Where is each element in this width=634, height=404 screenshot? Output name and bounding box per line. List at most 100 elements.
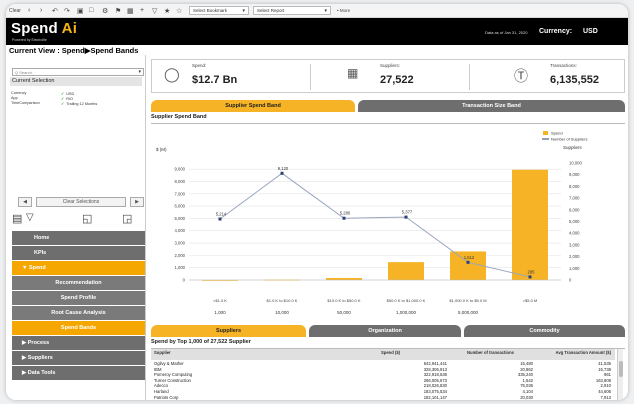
cell-avg-amount: 7,913 bbox=[600, 394, 611, 400]
clear-all-button[interactable]: Clear bbox=[9, 5, 21, 16]
supplier-icon: ▦ bbox=[347, 66, 359, 80]
kpi-suppliers[interactable]: ▦ Suppliers: 27,522 bbox=[311, 60, 469, 94]
add-icon[interactable]: + bbox=[140, 5, 144, 16]
app-header: Spend Ai Powered by Electrolite Data as … bbox=[6, 18, 628, 45]
data-date: Data as of Jan 31, 2020 bbox=[485, 30, 528, 35]
kpi-strip: ◯ Spend: $12.7 Bn ▦ Suppliers: 27,522 Ⓣ … bbox=[151, 59, 625, 93]
data-label: 5,280 bbox=[340, 211, 351, 216]
y2-tick-label: 2,000 bbox=[569, 254, 580, 259]
chart-canvas: $ (M) Suppliers 0 1,000 2,000 3,000 4,000 5,000… bbox=[156, 131, 587, 316]
nav-home[interactable]: Home bbox=[12, 231, 145, 245]
table-row[interactable]: Patriots Corp 182,101,147 20,030 7,913 bbox=[151, 395, 615, 400]
undo-icon[interactable]: ↶ bbox=[52, 5, 58, 16]
y2-tick-label: 6,000 bbox=[569, 207, 580, 212]
y-tick-label: 4,000 bbox=[175, 228, 186, 233]
nav-kpis[interactable]: KPIs bbox=[12, 246, 145, 260]
bookmark-select[interactable]: Select Bookmark ▾ bbox=[189, 6, 249, 15]
forward-icon[interactable]: › bbox=[40, 5, 42, 16]
filter-icon[interactable]: ▽ bbox=[26, 212, 34, 223]
app-window: Clear ‹ › ↶ ↷ ▣ □ ⚙ ⚑ ▦ + ▽ ★ ☆ Select B… bbox=[6, 4, 628, 400]
nav-recommendation[interactable]: Recommendation bbox=[12, 276, 145, 290]
column-header-spend[interactable]: Spend ($) bbox=[381, 349, 400, 355]
tab-transaction-size-band[interactable]: Transaction Size Band bbox=[358, 100, 625, 112]
bar bbox=[388, 262, 424, 280]
y-axis-label: $ (M) bbox=[156, 147, 167, 152]
y-tick-label: 3,000 bbox=[175, 241, 186, 246]
star-icon[interactable]: ★ bbox=[164, 5, 170, 16]
collapse-icon[interactable]: ◲ bbox=[122, 212, 132, 225]
kpi-transactions[interactable]: Ⓣ Transactions: 6,135,552 bbox=[470, 60, 626, 94]
chart-panel-title: Supplier Spend Band bbox=[151, 114, 625, 124]
money-icon: ◯ bbox=[164, 66, 180, 82]
tab-supplier-spend-band[interactable]: Supplier Spend Band bbox=[151, 100, 355, 112]
tab-suppliers[interactable]: Suppliers bbox=[151, 325, 306, 337]
cell-spend: 182,101,147 bbox=[423, 394, 447, 400]
currency-label: Currency: bbox=[539, 28, 573, 35]
x-tick-label: <$1.0 K bbox=[213, 298, 227, 303]
table-icon[interactable]: ▦ bbox=[127, 5, 134, 16]
search-input[interactable]: Q Search ▾ bbox=[12, 68, 144, 76]
nav-root-cause-analysis[interactable]: Root Cause Analysis bbox=[12, 306, 145, 320]
nav-data-tools[interactable]: ▶ Data Tools bbox=[12, 366, 145, 380]
kpi-value: 6,135,552 bbox=[550, 74, 599, 86]
bar bbox=[326, 277, 362, 280]
x-tick-label: $10.0 K to $50.0 K bbox=[327, 298, 360, 303]
nav-suppliers[interactable]: ▶ Suppliers bbox=[12, 351, 145, 365]
nav-spend[interactable]: ▼ Spend bbox=[12, 261, 145, 275]
lock-icon[interactable]: ▣ bbox=[77, 5, 84, 16]
bookmark-icon[interactable]: ⚑ bbox=[115, 5, 121, 16]
legend-swatch-spend bbox=[543, 131, 548, 135]
filter-icon[interactable]: ▽ bbox=[152, 5, 157, 16]
kpi-label: Spend: bbox=[192, 63, 207, 68]
currency-value[interactable]: USD bbox=[583, 28, 598, 35]
tab-commodity[interactable]: Commodity bbox=[464, 325, 625, 337]
next-selection-button[interactable]: ▶ bbox=[130, 197, 144, 207]
dollar-circle-icon: Ⓣ bbox=[514, 68, 528, 84]
column-header-supplier[interactable]: Supplier bbox=[154, 349, 171, 355]
line-point bbox=[528, 275, 532, 279]
scroll-thumb[interactable] bbox=[619, 361, 623, 377]
check-icon: ✓ bbox=[61, 102, 65, 106]
y2-tick-label: 9,000 bbox=[569, 172, 580, 177]
nav-spend-profile[interactable]: Spend Profile bbox=[12, 291, 145, 305]
column-header-avg-amount[interactable]: Avg Transaction Amount ($) bbox=[551, 349, 611, 355]
column-header-transactions[interactable]: Number of transactions bbox=[467, 349, 514, 355]
kpi-spend[interactable]: ◯ Spend: $12.7 Bn bbox=[152, 60, 310, 94]
line-point bbox=[466, 260, 470, 264]
selection-value[interactable]: ✓ Trailing 12 Months bbox=[61, 101, 97, 106]
back-icon[interactable]: ‹ bbox=[28, 5, 30, 16]
nav-process[interactable]: ▶ Process bbox=[12, 336, 145, 350]
x-secondary-label: 50,000 bbox=[337, 310, 351, 315]
tab-organization[interactable]: Organization bbox=[309, 325, 461, 337]
kpi-value: $12.7 Bn bbox=[192, 74, 238, 86]
data-label: 5,377 bbox=[402, 210, 413, 215]
y2-tick-label: 5,000 bbox=[569, 219, 580, 224]
nav-spend-bands[interactable]: Spend Bands bbox=[12, 321, 145, 335]
expand-icon[interactable]: ◱ bbox=[82, 212, 92, 225]
brand-main: Spend bbox=[11, 20, 62, 37]
report-select[interactable]: Select Report ▾ bbox=[253, 6, 331, 15]
redo-icon[interactable]: ↷ bbox=[64, 5, 70, 16]
y-tick-label: 2,000 bbox=[175, 253, 186, 258]
selection-value-text: Trailing 12 Months bbox=[66, 102, 98, 106]
kpi-label: Suppliers: bbox=[380, 63, 401, 68]
supplier-table: Supplier Spend ($) Number of transaction… bbox=[151, 349, 625, 400]
brand-accent: Ai bbox=[61, 20, 78, 37]
y-tick-label: 0 bbox=[183, 278, 186, 283]
unlock-icon[interactable]: □ bbox=[89, 5, 93, 16]
current-selection-header: Current Selection bbox=[10, 77, 142, 86]
y2-tick-label: 3,000 bbox=[569, 242, 580, 247]
legend-label-suppliers: Number of Suppliers bbox=[551, 137, 587, 142]
clear-selections-button[interactable]: Clear Selections bbox=[36, 197, 126, 207]
table-scrollbar[interactable] bbox=[617, 349, 623, 400]
more-button[interactable]: • More bbox=[337, 5, 350, 16]
toolbar: Clear ‹ › ↶ ↷ ▣ □ ⚙ ⚑ ▦ + ▽ ★ ☆ Select B… bbox=[6, 4, 628, 18]
x-tick-label: $1.0 K to $10.0 K bbox=[267, 298, 298, 303]
list-icon[interactable]: ▤ bbox=[12, 212, 22, 225]
x-tick-label: $50.0 K to $1,000.0 K bbox=[387, 298, 426, 303]
x-tick-label: $1,000.0 K to $5.0 M bbox=[449, 298, 486, 303]
bookmark-select-label: Select Bookmark bbox=[193, 8, 228, 13]
gear-icon[interactable]: ⚙ bbox=[102, 5, 108, 16]
prev-selection-button[interactable]: ◀ bbox=[18, 197, 32, 207]
pin-icon[interactable]: ☆ bbox=[176, 5, 182, 16]
